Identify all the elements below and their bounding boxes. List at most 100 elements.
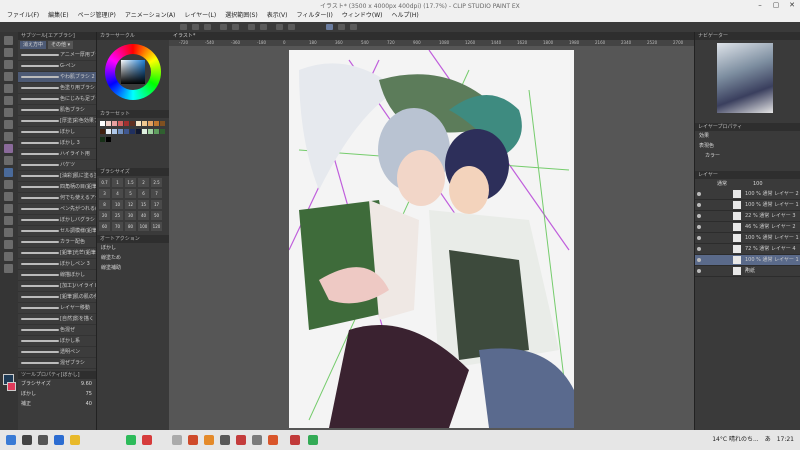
palette-swatch[interactable] [105, 136, 111, 142]
layer-row[interactable]: 72 % 通常 レイヤー 4 [695, 244, 800, 255]
brush-item[interactable]: バケツ [18, 160, 96, 171]
brush-size-preset[interactable]: 10 [112, 200, 123, 209]
frame-tool-icon[interactable] [4, 216, 13, 225]
brush-item[interactable]: セル調模様(鉛筆) [18, 226, 96, 237]
palette-swatch[interactable] [147, 120, 153, 126]
eye-icon[interactable] [697, 269, 701, 273]
menu-item[interactable]: 表示(V) [264, 10, 291, 22]
canvas-tab[interactable]: イラスト* [169, 32, 694, 40]
brush-size-preset[interactable]: 20 [99, 211, 110, 220]
eraser-tool-icon[interactable] [4, 156, 13, 165]
select-tool-icon[interactable] [4, 60, 13, 69]
brush-size-preset[interactable]: 120 [151, 222, 162, 231]
canvas-area[interactable]: イラスト* -720 -540 -360 -180 0 180 360 540 720 900 10… [169, 32, 694, 430]
brush-size-preset[interactable]: 7 [151, 189, 162, 198]
edge-icon[interactable] [54, 435, 64, 445]
eye-icon[interactable] [697, 214, 701, 218]
minimize-button[interactable]: – [752, 0, 768, 10]
auto-action-item[interactable]: 線塗ため [97, 253, 169, 263]
brush-size-preset[interactable]: 50 [151, 211, 162, 220]
palette-swatch[interactable] [111, 120, 117, 126]
brush-item[interactable]: G-ペン [18, 61, 96, 72]
menu-item[interactable]: ファイル(F) [4, 10, 42, 22]
brush-item[interactable]: ハイライト用 [18, 149, 96, 160]
palette-swatch[interactable] [153, 120, 159, 126]
brush-size-preset[interactable]: 12 [125, 200, 136, 209]
start-icon[interactable] [6, 435, 16, 445]
palette-swatch[interactable] [129, 120, 135, 126]
palette-swatch[interactable] [117, 120, 123, 126]
select-all-icon[interactable] [276, 24, 283, 30]
saturation-square[interactable] [121, 60, 145, 84]
expression-select[interactable]: カラー [695, 151, 800, 161]
brush-item[interactable]: 色混ぜ [18, 325, 96, 336]
weather-text[interactable]: 14°C 晴れのち... [712, 434, 758, 446]
brush-size-preset[interactable]: 5 [125, 189, 136, 198]
figure-tool-icon[interactable] [4, 204, 13, 213]
eyedropper-tool-icon[interactable] [4, 84, 13, 93]
clock[interactable]: 17:21 [777, 434, 794, 446]
menu-item[interactable]: ページ管理(P) [75, 10, 119, 22]
app-icon[interactable] [188, 435, 198, 445]
brush-item[interactable]: [鉛筆]肌の肌の色テックス [18, 292, 96, 303]
palette-swatch[interactable] [141, 128, 147, 134]
brush-item[interactable]: [鉛筆]光芒(鉛筆)ブラシ [18, 248, 96, 259]
palette-swatch[interactable] [111, 128, 117, 134]
brush-item[interactable]: カラー配色 [18, 237, 96, 248]
navigator-preview[interactable] [717, 43, 773, 113]
app-icon[interactable] [204, 435, 214, 445]
brush-size-preset[interactable]: 17 [151, 200, 162, 209]
brush-size-preset[interactable]: 60 [99, 222, 110, 231]
clear-icon[interactable] [248, 24, 255, 30]
layer-row[interactable]: 100 % 通常 レイヤー 2 [695, 189, 800, 200]
brush-item[interactable]: レイヤー移動 [18, 303, 96, 314]
layer-row[interactable]: 22 % 通常 レイヤー 3 [695, 211, 800, 222]
app-icon[interactable] [236, 435, 246, 445]
brush-item[interactable]: [厚塗]彩色効果ブラシ [18, 116, 96, 127]
maximize-button[interactable]: ▢ [768, 0, 784, 10]
brush-size-preset[interactable]: 4 [112, 189, 123, 198]
menu-item[interactable]: フィルター(I) [294, 10, 336, 22]
pen-tool-icon[interactable] [4, 96, 13, 105]
brush-item[interactable]: 何でも使えるアクセの仕上ブラシ [18, 193, 96, 204]
color-wheel[interactable] [97, 40, 169, 110]
subtool-tab[interactable]: その他 ▾ [48, 41, 74, 49]
app-icon[interactable] [290, 435, 300, 445]
brush-size-preset[interactable]: 40 [138, 211, 149, 220]
brush-item[interactable]: 肌色ブラシ [18, 105, 96, 116]
sub-color-swatch[interactable] [7, 382, 16, 391]
grid-snap-icon[interactable] [350, 24, 357, 30]
new-icon[interactable] [180, 24, 187, 30]
explorer-icon[interactable] [70, 435, 80, 445]
brush-tool-icon[interactable] [4, 120, 13, 129]
app-icon[interactable] [172, 435, 182, 445]
brush-item[interactable]: ぼかし 3 [18, 138, 96, 149]
palette-swatch[interactable] [159, 128, 165, 134]
eye-icon[interactable] [697, 236, 701, 240]
palette-swatch[interactable] [141, 120, 147, 126]
eye-icon[interactable] [697, 203, 701, 207]
eye-icon[interactable] [697, 192, 701, 196]
lasso-tool-icon[interactable] [4, 72, 13, 81]
brush-size-preset[interactable]: 6 [138, 189, 149, 198]
menu-item[interactable]: ヘルプ(H) [388, 10, 421, 22]
layer-row[interactable]: 46 % 通常 レイヤー 2 [695, 222, 800, 233]
brush-size-preset[interactable]: 1 [112, 178, 123, 187]
subtool-tab[interactable]: 消え方中 [20, 41, 47, 49]
palette-swatch[interactable] [99, 136, 105, 142]
eye-icon[interactable] [697, 258, 701, 262]
menu-item[interactable]: ウィンドウ(W) [339, 10, 386, 22]
brush-item[interactable]: [油彩]肌に塗る塗るツール [18, 171, 96, 182]
auto-action-item[interactable]: ぼかし [97, 243, 169, 253]
ruler-snap-icon[interactable] [338, 24, 345, 30]
undo-icon[interactable] [220, 24, 227, 30]
close-button[interactable]: ✕ [784, 0, 800, 10]
open-icon[interactable] [192, 24, 199, 30]
menu-item[interactable]: レイヤー(L) [181, 10, 219, 22]
brush-size-row[interactable]: ブラシサイズ 9.60 [18, 379, 96, 389]
brush-item[interactable]: ぼかしペン 3 [18, 259, 96, 270]
decoration-tool-icon[interactable] [4, 144, 13, 153]
brush-size-preset[interactable]: 70 [112, 222, 123, 231]
brush-size-preset[interactable]: 2.5 [151, 178, 162, 187]
brush-item[interactable]: 四角柄の目(鉛筆) [18, 182, 96, 193]
